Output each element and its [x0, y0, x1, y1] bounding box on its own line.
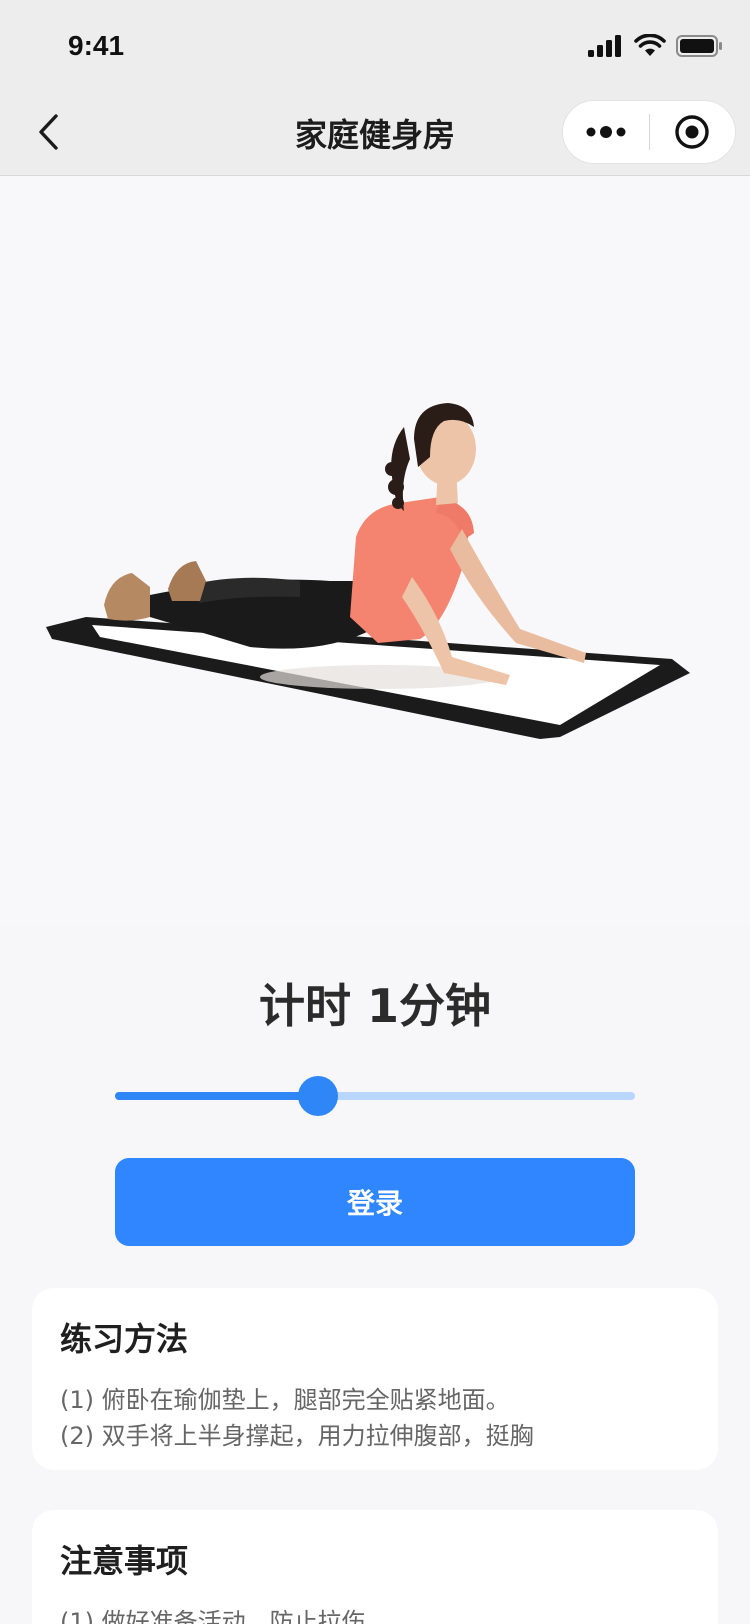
practice-method-card: 练习方法 (1) 俯卧在瑜伽垫上，腿部完全贴紧地面。 (2) 双手将上半身撑起，…	[32, 1288, 718, 1470]
notes-title: 注意事项	[60, 1542, 189, 1580]
cobra-pose-illustration	[46, 403, 690, 739]
exercise-image	[0, 177, 750, 925]
notes-card: 注意事项 (1) 做好准备活动，防止拉伤	[32, 1510, 718, 1624]
timer-label: 计时 1分钟	[258, 979, 492, 1033]
slider-thumb[interactable]	[298, 1076, 338, 1116]
slider-fill	[115, 1092, 318, 1100]
practice-method-title: 练习方法	[60, 1320, 189, 1358]
practice-method-line: (1) 俯卧在瑜伽垫上，腿部完全贴紧地面。	[60, 1386, 510, 1414]
status-bar: 9:41	[0, 0, 750, 88]
close-miniprogram-button[interactable]	[650, 100, 736, 164]
target-circle-icon	[675, 115, 709, 149]
login-button[interactable]: 登录	[115, 1158, 635, 1246]
duration-slider[interactable]	[115, 1076, 635, 1116]
mini-program-capsule	[562, 100, 736, 164]
practice-method-line: (2) 双手将上半身撑起，用力拉伸腹部，挺胸	[60, 1422, 534, 1450]
more-button[interactable]	[563, 100, 649, 164]
status-icons	[588, 34, 722, 58]
nav-bar: 家庭健身房	[0, 88, 750, 176]
battery-icon	[676, 35, 722, 57]
signal-icon	[588, 35, 621, 57]
status-time: 9:41	[68, 30, 125, 61]
more-dots-icon	[586, 126, 626, 138]
page: 9:41 家庭健身房 计时 1分钟 登录 练习方法 (1) 俯卧在瑜伽垫上，腿部…	[0, 0, 750, 1624]
notes-line: (1) 做好准备活动，防止拉伤	[60, 1608, 366, 1624]
wifi-icon	[634, 34, 666, 56]
